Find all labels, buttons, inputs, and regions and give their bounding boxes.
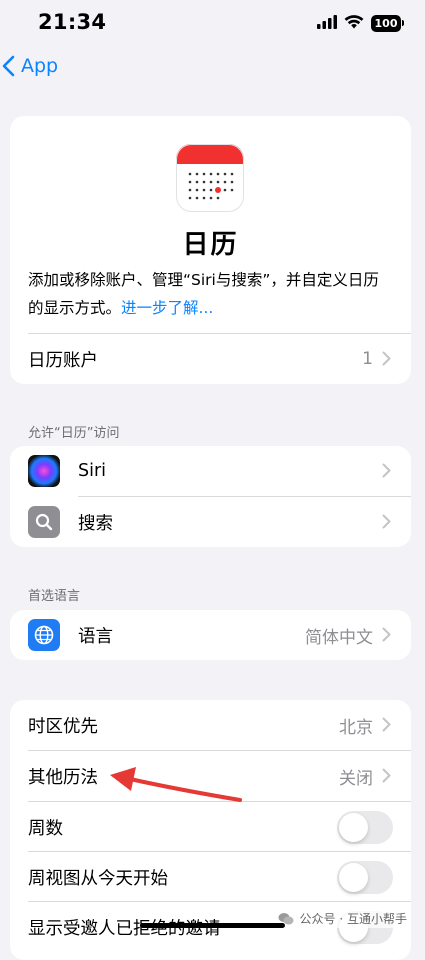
calendar-accounts-count: 1 [362,349,373,369]
search-icon [28,506,60,538]
learn-more-link[interactable]: 进一步了解... [121,299,213,317]
app-header-card: 日历 添加或移除账户、管理“Siri与搜索”，并自定义日历的显示方式。进一步了解… [10,116,411,384]
access-section-header: 允许“日历”访问 [28,426,120,441]
language-section-header: 首选语言 [28,589,81,604]
globe-icon [28,619,60,651]
back-button-label: App [21,55,59,77]
calendar-app-icon [176,144,244,216]
battery-icon: 100 [371,15,404,32]
chevron-right-icon [382,514,391,529]
language-label: 语言 [78,626,113,647]
alternate-calendars-row[interactable]: 其他历法 关闭 [10,751,411,801]
chevron-right-icon [382,717,391,732]
app-description: 添加或移除账户、管理“Siri与搜索”，并自定义日历的显示方式。进一步了解... [28,266,393,322]
language-value: 简体中文 [305,627,373,648]
access-card: Siri 搜索 [10,446,411,547]
search-label: 搜索 [78,513,113,534]
back-button[interactable]: App [2,55,58,77]
watermark-text: 公众号 · 互通小帮手 [299,912,407,926]
timezone-override-value: 北京 [339,717,373,738]
calendar-accounts-row[interactable]: 日历账户 1 [10,334,411,384]
timezone-override-label: 时区优先 [28,716,98,737]
toggle-knob [339,813,368,842]
language-row[interactable]: 语言 简体中文 [10,610,411,660]
home-indicator[interactable] [140,923,285,928]
language-card: 语言 简体中文 [10,610,411,660]
status-bar: 21:34 100 [0,0,425,46]
cellular-signal-icon [317,14,337,33]
chevron-right-icon [382,351,391,366]
siri-icon [28,455,60,487]
week-numbers-toggle[interactable] [337,811,393,844]
wifi-icon [344,14,364,33]
week-view-starts-today-label: 周视图从今天开始 [28,868,168,889]
search-row[interactable]: 搜索 [10,497,411,547]
siri-label: Siri [78,461,107,481]
status-time: 21:34 [38,10,107,34]
week-numbers-row: 周数 [10,802,411,852]
toggle-knob [339,863,368,892]
chevron-right-icon [382,768,391,783]
week-view-starts-today-row: 周视图从今天开始 [10,852,411,902]
chevron-right-icon [382,463,391,478]
alternate-calendars-label: 其他历法 [28,767,98,788]
calendar-accounts-label: 日历账户 [28,350,98,371]
app-name: 日历 [182,230,239,260]
chevron-right-icon [382,627,391,642]
chevron-left-icon [2,55,15,77]
timezone-override-row[interactable]: 时区优先 北京 [10,700,411,750]
week-numbers-label: 周数 [28,818,63,839]
watermark: 公众号 · 互通小帮手 [273,909,411,928]
alternate-calendars-value: 关闭 [339,768,373,789]
week-view-starts-today-toggle[interactable] [337,861,393,894]
siri-row[interactable]: Siri [10,446,411,496]
status-icons: 100 [317,14,404,33]
